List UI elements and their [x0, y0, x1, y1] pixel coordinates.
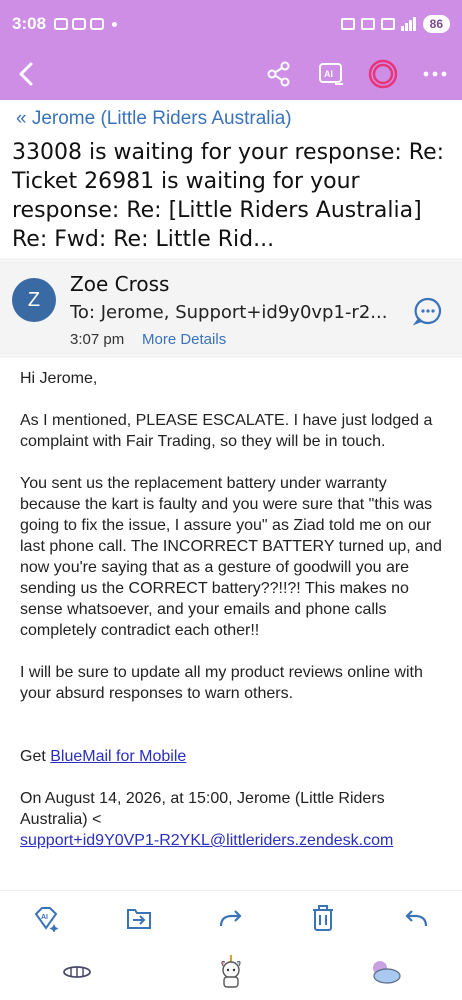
back-button[interactable]	[12, 60, 40, 88]
circle-ring-button[interactable]	[368, 59, 398, 89]
svg-text:AI: AI	[324, 69, 333, 79]
share-icon	[267, 61, 290, 87]
more-options-button[interactable]	[420, 59, 450, 89]
email-action-bar: AI	[0, 890, 462, 944]
status-time: 3:08	[12, 14, 47, 33]
recipients[interactable]: To: Jerome, Support+id9y0vp1-r2...	[70, 302, 402, 323]
thread-breadcrumb[interactable]: « Jerome (Little Riders Australia)	[16, 108, 292, 130]
notification-icon	[54, 18, 69, 30]
move-to-button[interactable]	[122, 901, 156, 935]
mute-icon	[360, 18, 375, 30]
notification-icon	[90, 18, 105, 30]
nav-shell[interactable]	[57, 952, 97, 992]
bottom-nav	[0, 944, 462, 1000]
forward-button[interactable]	[214, 901, 248, 935]
quoted-header: On August 14, 2026, at 15:00, Jerome (Li…	[20, 788, 442, 851]
cloud-icon	[373, 961, 401, 984]
sent-time: 3:07 pm	[70, 331, 125, 348]
nav-unicorn[interactable]	[211, 952, 251, 992]
forward-icon	[219, 909, 242, 926]
ai-assistant-icon: AI	[319, 63, 343, 85]
chat-bubble-icon	[412, 297, 442, 326]
move-to-icon	[126, 908, 151, 929]
ai-sparkle-icon: AI	[34, 906, 59, 932]
ai-assistant-button[interactable]: AI	[316, 59, 346, 89]
house-icon	[340, 18, 355, 30]
signature-prefix: Get	[20, 748, 51, 765]
quoted-email-link[interactable]: support+id9Y0VP1-R2YKL@littleriders.zend…	[20, 832, 393, 849]
system-icons: 86	[340, 15, 450, 33]
status-bar: 3:08 86	[0, 0, 462, 48]
reply-button[interactable]	[399, 901, 433, 935]
dot-icon	[112, 21, 118, 27]
email-subject: 33008 is waiting for your response: Re: …	[12, 140, 445, 252]
body-paragraph: As I mentioned, PLEASE ESCALATE. I have …	[20, 412, 433, 450]
body-paragraph: You sent us the replacement battery unde…	[20, 475, 442, 639]
ai-sparkle-button[interactable]: AI	[29, 901, 63, 935]
delete-button[interactable]	[306, 901, 340, 935]
signature-line: Get BlueMail for Mobile	[20, 746, 442, 767]
sender-header: Z Zoe Cross To: Jerome, Support+id9y0vp1…	[0, 258, 462, 358]
more-details-link[interactable]: More Details	[142, 331, 226, 348]
chat-button[interactable]	[412, 296, 443, 326]
svg-text:AI: AI	[41, 914, 48, 921]
body-paragraph: I will be sure to update all my product …	[20, 664, 423, 702]
shell-icon	[63, 966, 91, 978]
delete-icon	[313, 904, 334, 931]
email-body: Hi Jerome, As I mentioned, PLEASE ESCALA…	[8, 360, 454, 890]
unicorn-icon	[221, 955, 241, 988]
quote-intro: On August 14, 2026, at 15:00, Jerome (Li…	[20, 790, 385, 828]
reply-icon	[405, 909, 427, 926]
nav-cloud[interactable]	[365, 952, 405, 992]
back-arrow-icon	[19, 62, 33, 86]
share-button[interactable]	[264, 59, 294, 89]
email-toolbar: AI	[0, 48, 462, 100]
notification-icon	[72, 18, 87, 30]
battery-indicator: 86	[422, 15, 450, 33]
avatar[interactable]: Z	[12, 278, 56, 322]
signal-icon	[400, 17, 416, 31]
wifi-icon	[380, 18, 395, 30]
bluemail-link[interactable]: BlueMail for Mobile	[50, 748, 186, 765]
notification-icons	[54, 18, 118, 30]
circle-ring-icon	[368, 59, 398, 89]
greeting: Hi Jerome,	[20, 370, 98, 387]
more-icon	[423, 71, 447, 77]
sender-name: Zoe Cross	[70, 272, 170, 296]
